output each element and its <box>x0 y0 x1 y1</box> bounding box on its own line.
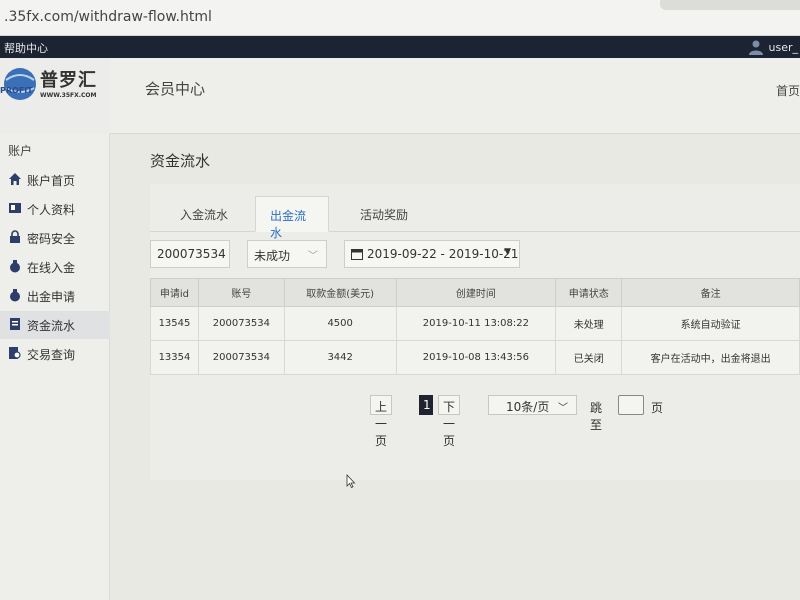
id-card-icon <box>9 203 21 213</box>
mouse-cursor-icon <box>346 474 356 488</box>
browser-tab-edge <box>660 0 800 10</box>
home-link[interactable]: 首页 <box>776 82 800 99</box>
cell-account: 200073534 <box>197 340 285 375</box>
col-header-status[interactable]: 申请状态 <box>555 278 623 307</box>
calendar-icon <box>351 249 363 260</box>
cell-status: 已关闭 <box>555 340 623 375</box>
chevron-down-icon: ﹀ <box>308 251 318 262</box>
page-size-select[interactable]: 10条/页 ﹀ <box>488 395 577 415</box>
page-size-value: 10条/页 <box>506 400 550 414</box>
sidebar-item-online-deposit[interactable]: 在线入金 <box>0 253 110 281</box>
browser-url-bar[interactable]: .35fx.com/withdraw-flow.html <box>0 0 800 36</box>
url-text[interactable]: .35fx.com/withdraw-flow.html <box>4 9 212 25</box>
logo-chinese-text: 普罗汇 <box>40 70 97 91</box>
jump-to-label: 跳至 <box>590 401 603 432</box>
site-logo[interactable]: PROFIT 普罗汇 WWW.35FX.COM <box>0 58 110 134</box>
withdraw-flow-table: 申请id 账号 取款金额(美元) 创建时间 申请状态 备注 13545 2000… <box>150 278 800 375</box>
page-unit-label: 页 <box>651 401 664 415</box>
site-header: PROFIT 普罗汇 WWW.35FX.COM 会员中心 首页 <box>0 58 800 134</box>
sidebar-item-label: 账户首页 <box>27 174 76 188</box>
date-range-picker[interactable]: 2019-09-22 - 2019-10-21 ▼ <box>344 240 520 268</box>
home-icon <box>9 173 21 185</box>
page-title: 资金流水 <box>150 152 211 170</box>
sidebar-group-account: 账户 <box>8 144 33 158</box>
status-select-value: 未成功 <box>254 249 291 263</box>
col-header-account[interactable]: 账号 <box>197 278 285 307</box>
sidebar-item-label: 资金流水 <box>27 319 76 333</box>
jump-page-input[interactable] <box>618 395 644 415</box>
col-header-created[interactable]: 创建时间 <box>395 278 557 307</box>
globe-logo-icon <box>4 68 36 100</box>
tab-activity-reward[interactable]: 活动奖励 <box>346 196 422 232</box>
ledger-icon <box>10 318 20 330</box>
table-row[interactable]: 13354 200073534 3442 2019-10-08 13:43:56… <box>150 340 800 375</box>
sidebar-item-label: 在线入金 <box>27 261 76 275</box>
logo-profit-text: PROFIT <box>0 86 33 95</box>
logo-url-text: WWW.35FX.COM <box>40 92 97 99</box>
sidebar-item-label: 密码安全 <box>27 232 76 246</box>
sidebar-item-fund-flow[interactable]: 资金流水 <box>0 311 110 339</box>
status-select[interactable]: 未成功 ﹀ <box>247 240 327 268</box>
cell-status: 未处理 <box>555 306 623 341</box>
col-header-amount[interactable]: 取款金额(美元) <box>283 278 397 307</box>
sidebar-item-profile[interactable]: 个人资料 <box>0 195 110 223</box>
chevron-down-icon: ﹀ <box>558 403 568 414</box>
cell-amount: 3442 <box>283 340 397 375</box>
cell-remark: 客户在活动中，出金将退出 <box>621 340 800 375</box>
sidebar: 账户 账户首页 个人资料 密码安全 在线入金 出金申请 资金流水 交易查询 <box>0 134 110 600</box>
col-header-id[interactable]: 申请id <box>150 278 199 307</box>
account-filter-input[interactable]: 200073534 <box>150 240 230 268</box>
cell-account: 200073534 <box>197 306 285 341</box>
prev-page-button[interactable]: 上一页 <box>370 395 393 448</box>
sidebar-item-withdraw-request[interactable]: 出金申请 <box>0 282 110 310</box>
cell-created: 2019-10-11 13:08:22 <box>395 306 557 341</box>
search-doc-icon <box>9 347 21 359</box>
lock-icon <box>10 230 20 243</box>
money-bag-icon <box>10 289 20 302</box>
flow-tabs: 入金流水 出金流水 活动奖励 <box>150 184 800 240</box>
top-help-bar: 帮助中心 user_ <box>0 36 800 58</box>
cell-id: 13354 <box>150 340 199 375</box>
sidebar-item-account-home[interactable]: 账户首页 <box>0 166 110 194</box>
sidebar-item-label: 个人资料 <box>27 203 76 217</box>
page-number-current[interactable]: 1 <box>419 395 433 415</box>
date-range-value: 2019-09-22 - 2019-10-21 <box>367 247 519 261</box>
money-bag-icon <box>10 260 20 273</box>
sidebar-item-trade-query[interactable]: 交易查询 <box>0 340 110 368</box>
cell-id: 13545 <box>150 306 199 341</box>
next-page-button[interactable]: 下一页 <box>438 395 461 448</box>
col-header-remark[interactable]: 备注 <box>621 278 800 307</box>
tab-withdraw-flow[interactable]: 出金流水 <box>255 196 329 240</box>
sidebar-item-label: 交易查询 <box>27 348 76 362</box>
caret-down-icon: ▼ <box>504 247 511 257</box>
sidebar-item-label: 出金申请 <box>27 290 76 304</box>
member-center-title: 会员中心 <box>145 80 206 98</box>
username[interactable]: user_ <box>769 41 799 54</box>
help-center-link[interactable]: 帮助中心 <box>4 40 48 56</box>
user-avatar-icon[interactable] <box>748 39 764 55</box>
cell-created: 2019-10-08 13:43:56 <box>395 340 557 375</box>
cell-amount: 4500 <box>283 306 397 341</box>
table-row[interactable]: 13545 200073534 4500 2019-10-11 13:08:22… <box>150 306 800 341</box>
table-header-row: 申请id 账号 取款金额(美元) 创建时间 申请状态 备注 <box>150 278 800 307</box>
cell-remark: 系统自动验证 <box>621 306 800 341</box>
fund-flow-panel: 入金流水 出金流水 活动奖励 200073534 未成功 ﹀ 2019-09-2… <box>150 184 800 480</box>
tab-deposit-flow[interactable]: 入金流水 <box>166 196 242 232</box>
sidebar-item-password-security[interactable]: 密码安全 <box>0 224 110 252</box>
